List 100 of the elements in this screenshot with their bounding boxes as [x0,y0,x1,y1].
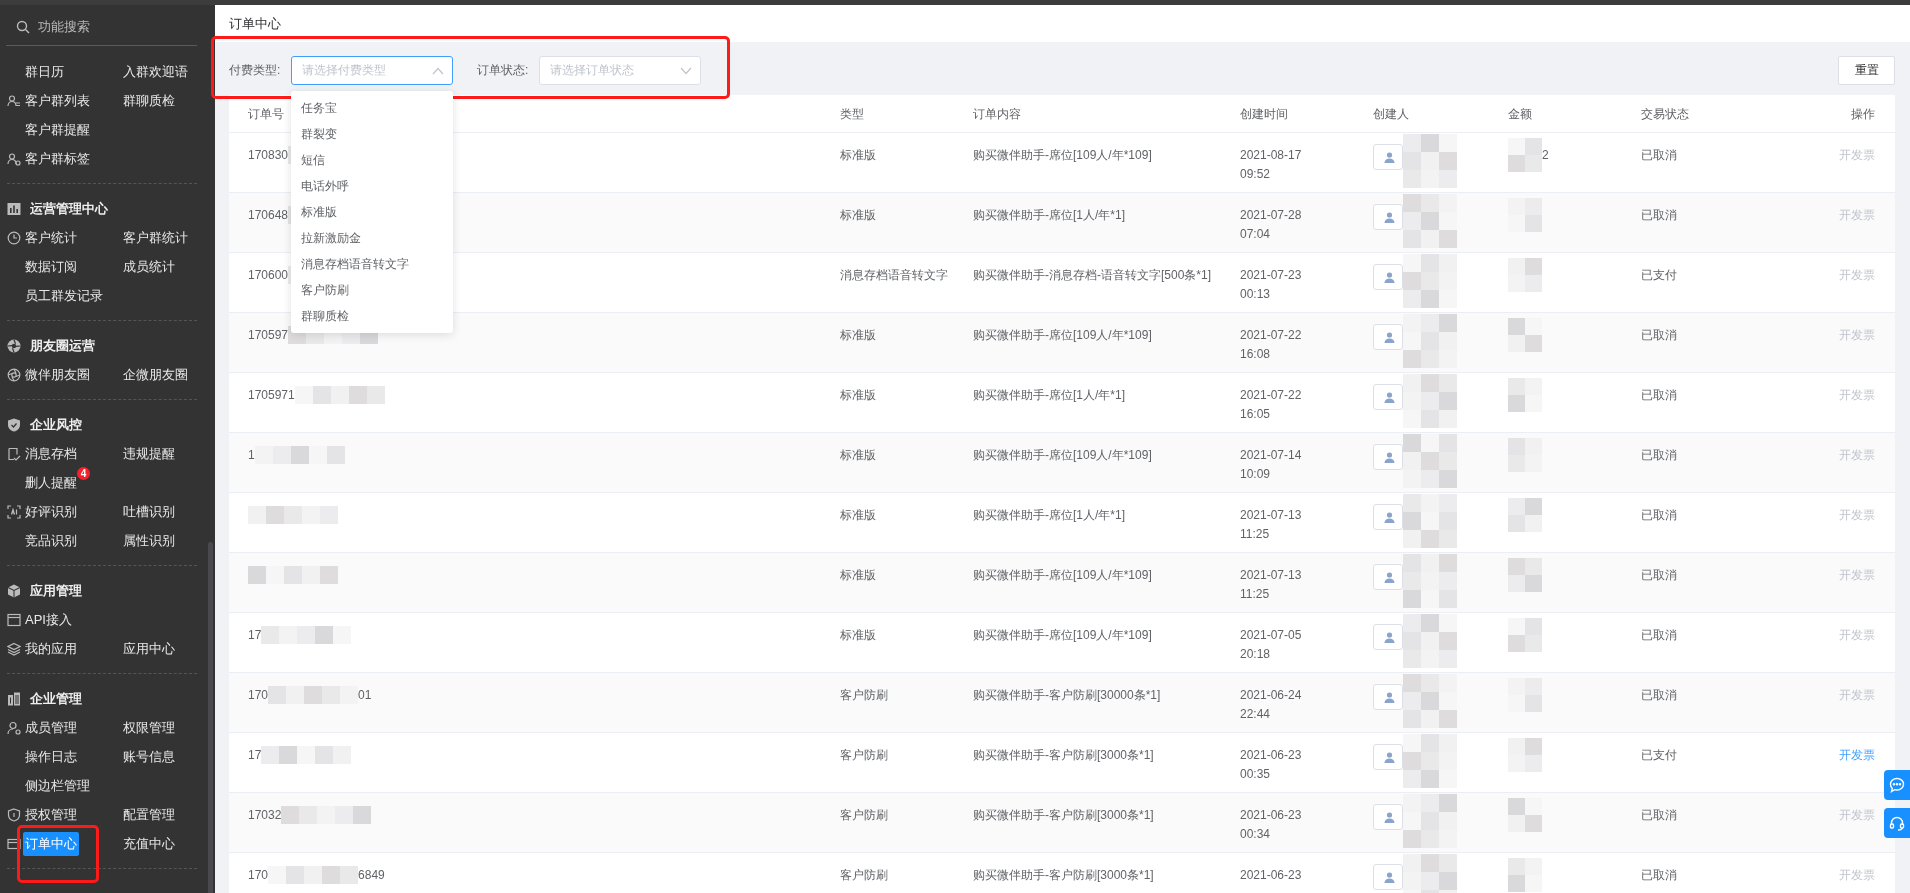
sidebar-item[interactable]: 群聊质检 [121,88,177,113]
dropdown-option[interactable]: 群聊质检 [291,303,453,329]
headset-icon [1889,815,1905,831]
creator-tag[interactable] [1373,864,1403,890]
dropdown-option[interactable]: 消息存档语音转文字 [291,251,453,277]
sidebar-item[interactable]: 操作日志 [23,744,79,769]
table-cell-text: 170830 [248,147,289,164]
sidebar-item[interactable]: 删人提醒 [23,470,79,495]
sidebar-item[interactable]: 属性识别 [121,528,177,553]
sidebar-item[interactable]: 客户群统计 [121,225,190,250]
sidebar-item[interactable]: 侧边栏管理 [23,773,92,798]
section-title: 运营管理中心 [30,200,108,218]
creator-tag[interactable] [1373,684,1403,710]
sidebar-item[interactable]: 入群欢迎语 [121,59,190,84]
table-cell-text: 已取消 [1641,207,1678,224]
sidebar-item[interactable]: 群日历 [23,59,66,84]
table-cell-text: 购买微伴助手-席位[109人/年*109] [973,327,1153,344]
user-icon [1384,271,1395,283]
sidebar-item[interactable]: 我的应用 [23,636,79,661]
column-header: 类型 [840,105,864,123]
table-cell-text: 170648 [248,207,289,224]
dropdown-option[interactable]: 标准版 [291,199,453,225]
sidebar-item[interactable]: 客户统计 [23,225,79,250]
sidebar-item[interactable]: 充值中心 [121,831,177,856]
sidebar-item[interactable]: 成员统计 [121,254,177,279]
creator-tag[interactable] [1373,624,1403,650]
sidebar-item[interactable]: 客户群列表 [23,88,92,113]
redaction-mosaic [1508,798,1542,832]
table-cell-text: 购买微伴助手-客户防刷[3000条*1] [973,867,1155,884]
creator-tag[interactable] [1373,444,1403,470]
table-cell-text: 已取消 [1641,387,1678,404]
sidebar-item[interactable]: 员工群发记录 [23,283,105,308]
creator-tag[interactable] [1373,384,1403,410]
support-button[interactable] [1884,808,1910,838]
dropdown-option[interactable]: 客户防刷 [291,277,453,303]
table-cell-text: 已取消 [1641,327,1678,344]
creator-tag[interactable] [1373,744,1403,770]
redaction-mosaic [1508,258,1542,292]
dropdown-option[interactable]: 电话外呼 [291,173,453,199]
table-cell-text: 标准版 [840,567,877,584]
sidebar-item[interactable]: 客户群提醒 [23,117,92,142]
sidebar-item[interactable]: 应用中心 [121,636,177,661]
creator-tag[interactable] [1373,324,1403,350]
table-cell-text: 170597 [248,327,289,344]
table-cell-text: 1 [248,447,255,464]
search-field[interactable]: 功能搜索 [38,18,90,36]
sidebar-item[interactable]: API接入 [23,607,74,632]
sidebar-item[interactable]: 权限管理 [121,715,177,740]
dropdown-option[interactable]: 群裂变 [291,121,453,147]
table-cell-text: 2021-07-05 [1240,627,1303,644]
table-cell-text: 已支付 [1641,267,1678,284]
creator-tag[interactable] [1373,264,1403,290]
sidebar-item[interactable]: 微伴朋友圈 [23,362,92,387]
sidebar-item[interactable]: 成员管理 [23,715,79,740]
table-cell-text: 已取消 [1641,687,1678,704]
table-cell-text: 2021-07-22 [1240,387,1303,404]
dropdown-option[interactable]: 任务宝 [291,95,453,121]
redaction-mosaic [1508,558,1542,592]
bar-chart-icon [7,202,21,216]
card-icon [7,836,21,851]
sidebar-item[interactable]: 好评识别 [23,499,79,524]
search-icon [16,20,30,34]
user-icon [1384,811,1395,823]
chat-icon [1889,777,1905,793]
creator-tag[interactable] [1373,564,1403,590]
table-cell-text: 170 [248,687,269,704]
aperture-icon [7,339,21,353]
reset-button[interactable]: 重置 [1838,56,1895,85]
user-icon [1384,331,1395,343]
creator-tag[interactable] [1373,804,1403,830]
creator-tag[interactable] [1373,144,1403,170]
dropdown-option[interactable]: 拉新激励金 [291,225,453,251]
table-cell-text: 07:04 [1240,226,1272,243]
table-cell-text: 已取消 [1641,567,1678,584]
table-cell-text: 1705971 [248,387,295,404]
sidebar-item[interactable]: 账号信息 [121,744,177,769]
sidebar-item[interactable]: 配置管理 [121,802,177,827]
sidebar-item[interactable]: 授权管理 [23,802,79,827]
sidebar-item[interactable]: 消息存档 [23,441,79,466]
table-cell-text: 购买微伴助手-席位[109人/年*109] [973,147,1153,164]
chat-button[interactable] [1884,770,1910,800]
dropdown-option[interactable]: 短信 [291,147,453,173]
ai-frame-icon [7,504,21,519]
table-cell-text: 购买微伴助手-席位[109人/年*109] [973,567,1153,584]
cube-icon [7,584,21,598]
table-cell-text: 00:34 [1240,826,1272,843]
sidebar-item[interactable]: 违规提醒 [121,441,177,466]
sidebar-item[interactable]: 竞品识别 [23,528,79,553]
sidebar-item[interactable]: 企微朋友圈 [121,362,190,387]
table-cell-text: 客户防刷 [840,747,889,764]
table-cell-text: 2 [1542,147,1549,164]
table-cell-text: 17 [248,627,262,644]
creator-tag[interactable] [1373,504,1403,530]
sidebar-item[interactable]: 客户群标签 [23,146,92,171]
table-cell-text: 00:35 [1240,766,1272,783]
column-header: 订单内容 [973,105,1021,123]
sidebar-item[interactable]: 吐槽识别 [121,499,177,524]
table-cell-text: 已取消 [1641,507,1678,524]
sidebar-item[interactable]: 数据订阅 [23,254,79,279]
creator-tag[interactable] [1373,204,1403,230]
